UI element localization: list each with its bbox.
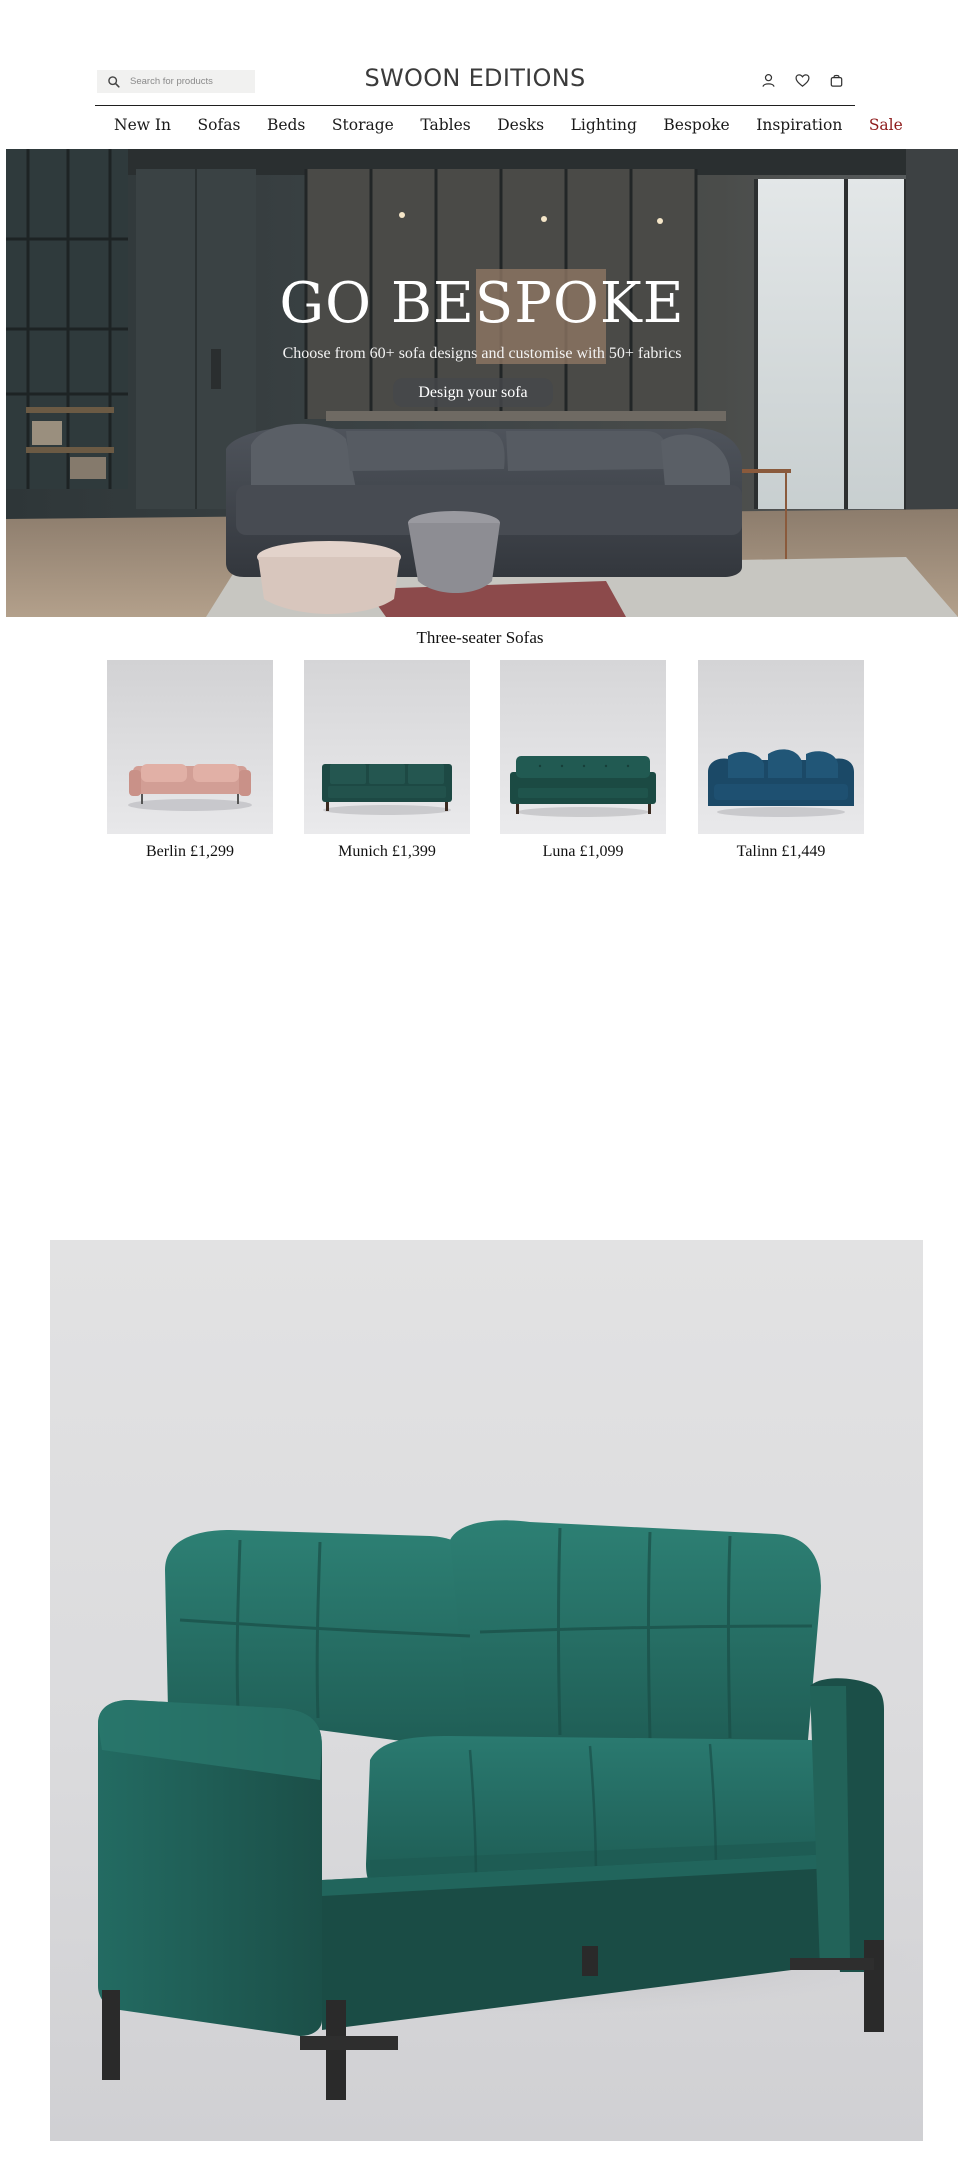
armchair-illustration — [50, 1240, 923, 2141]
site-header: SWOON EDITIONS — [95, 62, 855, 106]
section-title: Three-seater Sofas — [416, 628, 544, 647]
nav-lighting[interactable]: Lighting — [571, 116, 637, 134]
search-icon[interactable] — [107, 75, 121, 89]
main-nav: New In Sofas Beds Storage Tables Desks L… — [114, 112, 903, 138]
product-image-berlin[interactable] — [107, 660, 273, 834]
hero-title: GO BESPOKE — [279, 271, 685, 336]
hero-subtitle: Choose from 60+ sofa designs and customi… — [282, 345, 682, 362]
bag-icon[interactable] — [828, 72, 845, 89]
nav-beds[interactable]: Beds — [267, 116, 305, 134]
nav-new-in[interactable]: New In — [114, 116, 171, 134]
product-image-talinn[interactable] — [698, 660, 864, 834]
product-card-munich[interactable]: Munich £1,399 — [304, 660, 470, 860]
site-logo[interactable]: SWOON EDITIONS — [364, 64, 585, 92]
product-caption-munich[interactable]: Munich £1,399 — [274, 843, 500, 861]
product-caption-talinn[interactable]: Talinn £1,449 — [668, 843, 894, 861]
nav-storage[interactable]: Storage — [332, 116, 394, 134]
product-image-munich[interactable] — [304, 660, 470, 834]
nav-bespoke[interactable]: Bespoke — [663, 116, 729, 134]
nav-desks[interactable]: Desks — [497, 116, 544, 134]
search-input[interactable] — [130, 76, 250, 87]
header-icons — [760, 72, 845, 89]
product-card-luna[interactable]: Luna £1,099 — [500, 660, 666, 860]
nav-sale[interactable]: Sale — [869, 116, 903, 134]
design-your-sofa-button[interactable]: Design your sofa — [393, 378, 553, 407]
product-caption-berlin[interactable]: Berlin £1,299 — [77, 843, 303, 861]
account-icon[interactable] — [760, 72, 777, 89]
heart-icon[interactable] — [794, 72, 811, 89]
search-bar[interactable] — [97, 70, 255, 93]
hero-banner: GO BESPOKE Choose from 60+ sofa designs … — [6, 149, 958, 617]
product-image-luna[interactable] — [500, 660, 666, 834]
product-card-talinn[interactable]: Talinn £1,449 — [698, 660, 864, 860]
product-caption-luna[interactable]: Luna £1,099 — [470, 843, 696, 861]
featured-armchair-image[interactable] — [50, 1240, 923, 2141]
nav-inspiration[interactable]: Inspiration — [756, 116, 842, 134]
product-card-berlin[interactable]: Berlin £1,299 — [107, 660, 273, 860]
nav-sofas[interactable]: Sofas — [198, 116, 241, 134]
nav-tables[interactable]: Tables — [420, 116, 470, 134]
